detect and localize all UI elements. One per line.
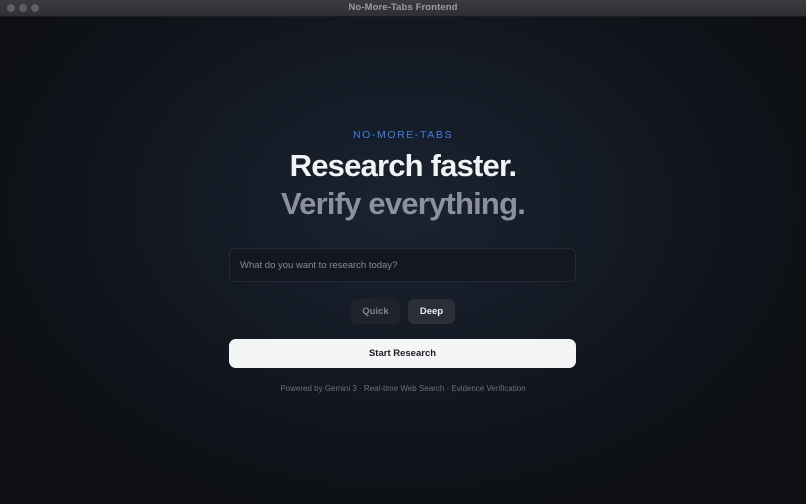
title-bar[interactable]: No-More-Tabs Frontend: [0, 0, 806, 17]
footer-powered-by: Powered by Gemini 3 · Real-time Web Sear…: [280, 384, 526, 393]
headline-primary: Research faster.: [289, 148, 518, 183]
app-window: No-More-Tabs Frontend NO-MORE-TABS Resea…: [0, 0, 806, 504]
research-query-box: [229, 248, 576, 282]
brand-label: NO-MORE-TABS: [352, 129, 454, 141]
quick-mode-button[interactable]: Quick: [351, 299, 400, 324]
research-query-input[interactable]: [230, 249, 575, 281]
headline-secondary: Verify everything.: [280, 186, 526, 221]
deep-mode-button[interactable]: Deep: [408, 299, 455, 324]
start-research-button[interactable]: Start Research: [229, 339, 576, 368]
window-title: No-More-Tabs Frontend: [348, 2, 458, 13]
main-content: NO-MORE-TABS Research faster. Verify eve…: [0, 17, 806, 504]
